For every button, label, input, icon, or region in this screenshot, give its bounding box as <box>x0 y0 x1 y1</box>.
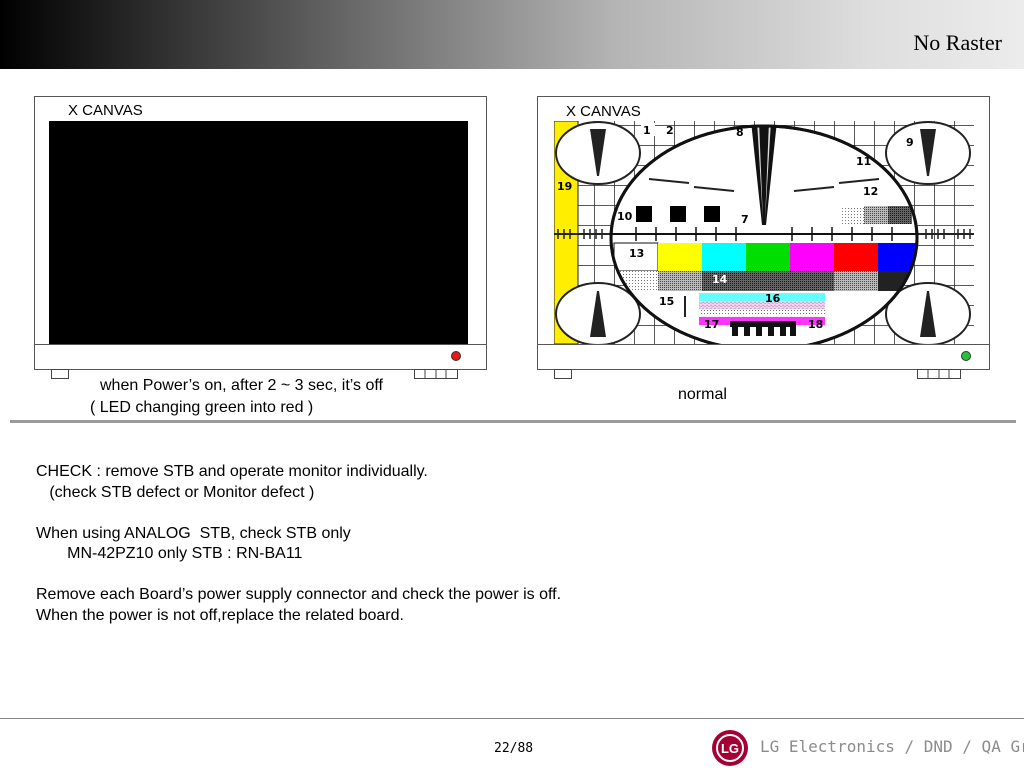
left-caption-line1: when Power’s on, after 2 ~ 3 sec, it’s o… <box>100 377 383 394</box>
corner-circle-tl <box>555 121 641 185</box>
left-button-strip <box>414 369 458 379</box>
header-banner: No Raster <box>0 0 1024 69</box>
note-line-5: Remove each Board’s power supply connect… <box>36 586 562 603</box>
color-bar-3 <box>790 243 834 271</box>
left-caption-line2: ( LED changing green into red ) <box>90 399 314 416</box>
note-line-6: When the power is not off,replace the re… <box>36 606 404 624</box>
notes-block: CHECK : remove STB and operate monitor i… <box>36 462 561 626</box>
pattern-label-12: 12 <box>863 185 878 198</box>
pattern-label-7: 7 <box>741 213 749 226</box>
color-bar-4 <box>834 243 878 271</box>
pattern-label-13: 13 <box>629 247 644 260</box>
footer-divider <box>0 718 1024 719</box>
company-name: LG Electronics / DND / QA Gr. <box>760 737 1024 756</box>
note-line-2: (check STB defect or Monitor defect ) <box>36 483 315 501</box>
right-foot <box>554 369 572 379</box>
color-bar-0 <box>658 243 702 271</box>
section-divider <box>10 420 1016 423</box>
left-monitor-base <box>34 344 487 370</box>
lg-logo-icon: LG <box>712 730 748 766</box>
right-monitor-base <box>537 344 990 370</box>
right-canvas-label: Χ CANVAS <box>566 103 641 120</box>
pattern-label-1: 1 <box>643 124 651 137</box>
right-button-strip <box>917 369 961 379</box>
corner-circle-bl <box>555 282 641 344</box>
pattern-label-14: 14 <box>712 273 728 286</box>
left-canvas-label: Χ CANVAS <box>68 102 143 119</box>
left-black-screen <box>49 121 468 344</box>
color-bars <box>658 243 917 271</box>
pattern-label-15: 15 <box>659 295 674 308</box>
test-pattern-screen: 1 2 8 9 11 12 19 10 7 13 14 15 16 17 18 <box>554 121 974 344</box>
corner-circle-tr <box>885 121 971 185</box>
left-foot <box>51 369 69 379</box>
pattern-label-17: 17 <box>704 318 719 331</box>
page-title: No Raster <box>913 30 1002 55</box>
pattern-label-2: 2 <box>666 124 674 137</box>
pattern-label-10: 10 <box>617 210 633 223</box>
right-caption: normal <box>678 386 727 403</box>
pattern-label-8: 8 <box>736 126 744 139</box>
lg-logo-text: LG <box>721 741 739 756</box>
pattern-label-16: 16 <box>765 292 781 305</box>
page-number: 22/88 <box>494 741 534 756</box>
left-power-led <box>451 351 461 361</box>
pattern-label-18: 18 <box>808 318 823 331</box>
color-bar-1 <box>702 243 746 271</box>
right-power-led <box>961 351 971 361</box>
pattern-label-19: 19 <box>557 180 572 193</box>
color-bar-2 <box>746 243 790 271</box>
note-line-1: CHECK : remove STB and operate monitor i… <box>36 463 428 480</box>
pattern-label-9: 9 <box>906 136 914 149</box>
pattern-label-11: 11 <box>856 155 871 168</box>
note-line-3: When using ANALOG STB, check STB only <box>36 524 351 542</box>
note-line-4: MN-42PZ10 only STB : RN-BA11 <box>36 545 303 562</box>
